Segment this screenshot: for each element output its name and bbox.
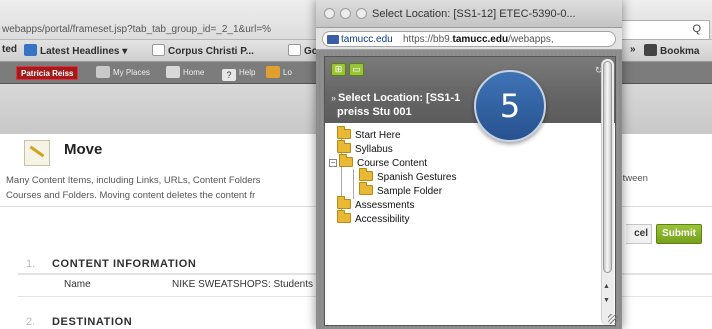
- search-field[interactable]: Q: [610, 20, 710, 40]
- bookmark-label: Latest Headlines: [40, 46, 120, 57]
- collapse-toggle-icon[interactable]: −: [329, 159, 337, 167]
- tree-toolbar: ⊞ ▭ ↻: [325, 57, 615, 87]
- tree-item-accessibility[interactable]: Accessibility: [337, 210, 410, 226]
- tree-item-label: Syllabus: [355, 144, 393, 155]
- user-name-badge[interactable]: Patricia Reiss: [16, 66, 79, 80]
- popup-url-text: https://bb9.tamucc.edu/webapps,: [403, 34, 554, 45]
- header-course-subtitle: preiss Stu 001: [337, 106, 412, 118]
- page-instructions: Many Content Items, including Links, URL…: [6, 173, 336, 203]
- my-places-link[interactable]: My Places: [96, 66, 150, 80]
- instructions-line: Courses and Folders. Moving content dele…: [6, 190, 256, 201]
- help-link[interactable]: ? Help: [222, 66, 256, 81]
- scroll-up-arrow-icon[interactable]: ▲: [603, 283, 610, 290]
- location-tree-panel: ⊞ ▭ ↻ »Select Location: [SS1-1 001 preis…: [324, 56, 616, 326]
- section-number: 1.: [26, 258, 36, 270]
- bookmark-corpus-christi[interactable]: Corpus Christi P...: [152, 44, 254, 57]
- my-places-label: My Places: [113, 68, 150, 77]
- tree-root-header[interactable]: »Select Location: [SS1-1 001 preiss Stu …: [325, 87, 615, 123]
- tree-item-start-here[interactable]: Start Here: [337, 126, 401, 142]
- help-label: Help: [239, 68, 256, 77]
- select-location-popup: Select Location: [SS1-12] ETEC-5390-0...…: [316, 0, 622, 329]
- popup-titlebar: Select Location: [SS1-12] ETEC-5390-0...: [316, 0, 622, 28]
- bookmark-label: Corpus Christi P...: [168, 46, 254, 57]
- cancel-button[interactable]: cel: [626, 224, 652, 244]
- section-title-content-information: CONTENT INFORMATION: [52, 258, 197, 270]
- folder-icon: [337, 140, 351, 153]
- minimize-window-button[interactable]: [340, 8, 351, 19]
- step-number-badge: 5: [474, 70, 546, 142]
- tree-line: [353, 169, 354, 199]
- folder-icon: [337, 126, 351, 139]
- folder-icon: [359, 182, 373, 195]
- logout-link[interactable]: Lo: [266, 66, 292, 80]
- popup-url-field[interactable]: tamucc.edu https://bb9.tamucc.edu/webapp…: [322, 31, 616, 47]
- window-resize-handle[interactable]: [608, 314, 618, 324]
- home-link[interactable]: Home: [166, 66, 204, 80]
- url-prefix: https://bb9.: [403, 34, 453, 45]
- popup-window-title: Select Location: [SS1-12] ETEC-5390-0...: [372, 8, 576, 20]
- expand-all-icon[interactable]: ⊞: [331, 63, 346, 76]
- tree-item-label: Sample Folder: [377, 186, 443, 197]
- chevron-down-icon: ▾: [122, 46, 128, 57]
- site-identity-icon: [327, 35, 339, 44]
- collapse-caret-icon: »: [331, 93, 337, 103]
- section-number: 2.: [26, 316, 36, 328]
- tree-item-label: Course Content: [357, 158, 428, 169]
- search-icon: Q: [692, 23, 701, 35]
- page-title: Move: [64, 141, 103, 158]
- logout-icon: [266, 66, 280, 78]
- name-label: Name: [64, 279, 91, 290]
- page-icon: [152, 44, 165, 56]
- folder-open-icon: [339, 154, 353, 167]
- tree-item-label: Assessments: [355, 200, 415, 211]
- scroll-down-arrow-icon[interactable]: ▼: [603, 297, 610, 304]
- zoom-window-button[interactable]: [356, 8, 367, 19]
- collapse-all-icon[interactable]: ▭: [349, 63, 364, 76]
- url-suffix: /webapps,: [508, 34, 554, 45]
- instructions-line: Many Content Items, including Links, URL…: [6, 175, 261, 186]
- header-course-title: Select Location: [SS1-1: [338, 92, 461, 104]
- site-identity-domain: tamucc.edu: [341, 34, 393, 45]
- popup-body: ⊞ ▭ ↻ »Select Location: [SS1-1 001 preis…: [316, 51, 622, 329]
- folder-icon: [337, 196, 351, 209]
- tree-item-label: Accessibility: [355, 214, 410, 225]
- people-icon: [96, 66, 110, 78]
- popup-address-bar: tamucc.edu https://bb9.tamucc.edu/webapp…: [316, 28, 622, 50]
- rss-folder-icon: [24, 44, 37, 56]
- section-title-destination: DESTINATION: [52, 316, 133, 328]
- folder-icon: [359, 168, 373, 181]
- bookmark-go[interactable]: Go: [288, 44, 318, 57]
- move-icon: [24, 140, 50, 166]
- bookmarks-menu[interactable]: Bookma: [644, 44, 699, 57]
- page-icon: [288, 44, 301, 56]
- close-window-button[interactable]: [324, 8, 335, 19]
- bookmarks-icon: [644, 44, 657, 56]
- home-icon: [166, 66, 180, 78]
- scrollbar-thumb[interactable]: [603, 61, 612, 273]
- tree-item-assessments[interactable]: Assessments: [337, 196, 415, 212]
- bookmarks-menu-label: Bookma: [660, 46, 700, 57]
- tree-item-label: Start Here: [355, 130, 401, 141]
- address-bar-url[interactable]: webapps/portal/frameset.jsp?tab_tab_grou…: [0, 22, 360, 38]
- home-label: Home: [183, 68, 205, 77]
- tree-item-spanish-gestures[interactable]: Spanish Gestures: [359, 168, 457, 184]
- submit-button[interactable]: Submit: [656, 224, 702, 244]
- name-value: NIKE SWEATSHOPS: Students: [172, 279, 313, 290]
- bookmarks-overflow-button[interactable]: »: [630, 44, 636, 55]
- bookmark-latest-headlines[interactable]: Latest Headlines ▾: [24, 44, 127, 57]
- url-domain: tamucc.edu: [452, 34, 509, 45]
- help-icon: ?: [222, 69, 236, 81]
- bookmark-item[interactable]: ted: [2, 44, 17, 55]
- folder-icon: [337, 210, 351, 223]
- tree-item-sample-folder[interactable]: Sample Folder: [359, 182, 443, 198]
- tree-item-label: Spanish Gestures: [377, 172, 457, 183]
- logout-label: Lo: [283, 68, 292, 77]
